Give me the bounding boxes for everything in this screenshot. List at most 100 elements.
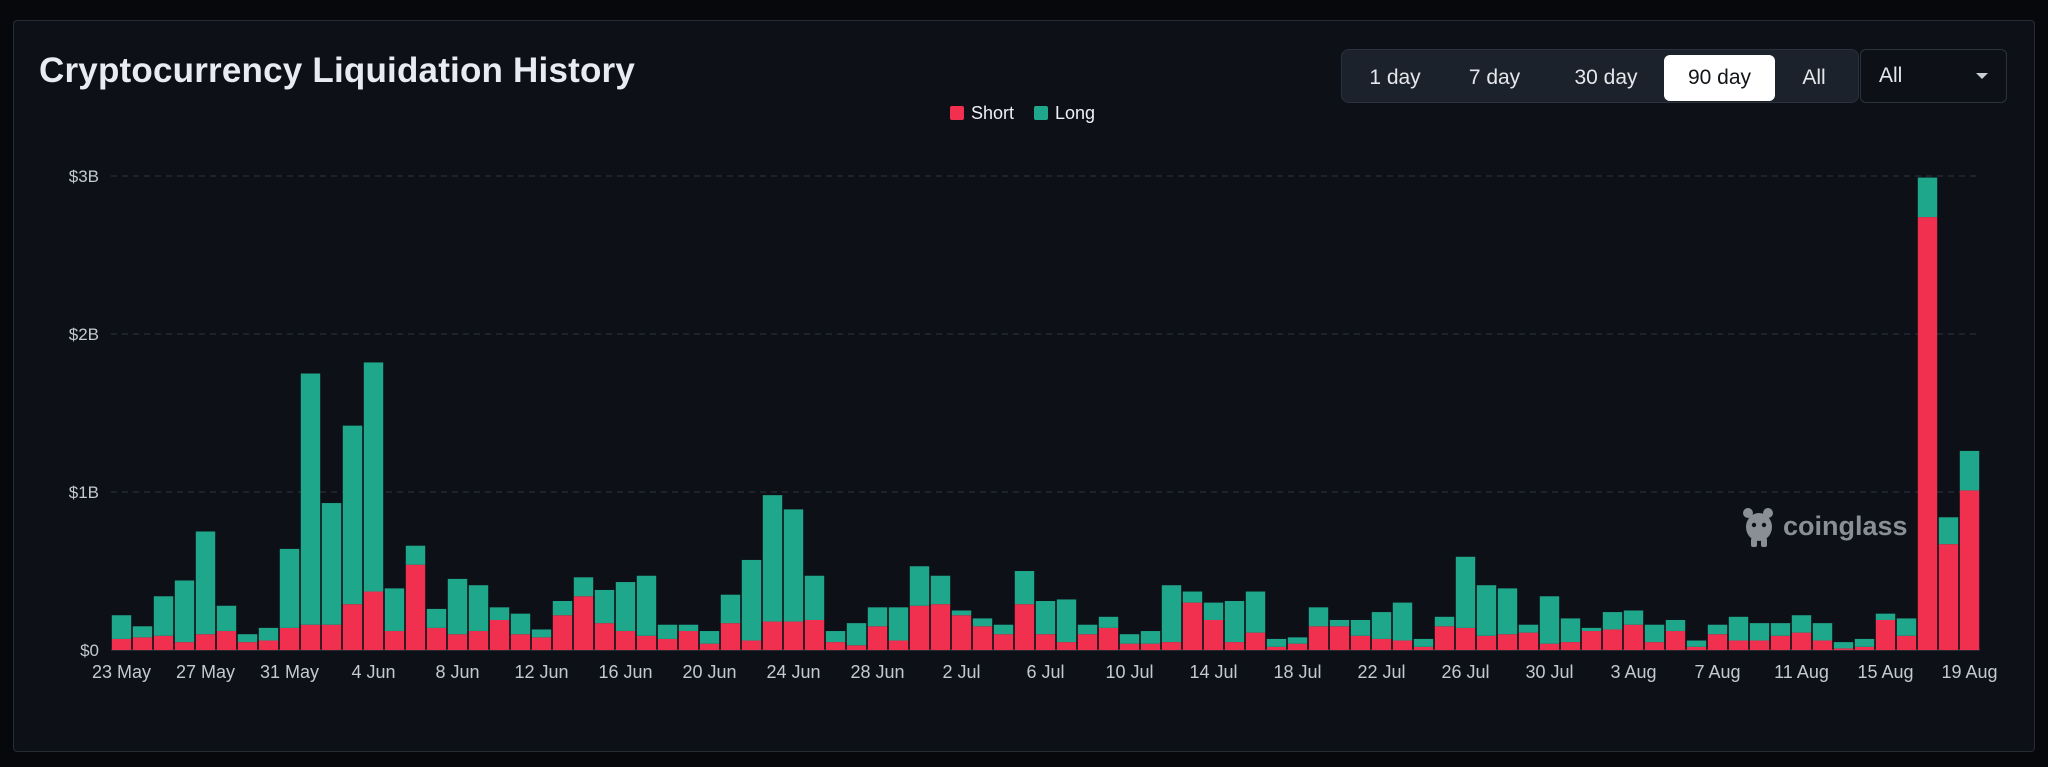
bar-short[interactable] [1854,646,1875,650]
bar-short[interactable] [1056,642,1077,650]
bar-short[interactable] [867,626,888,650]
bar-long[interactable] [615,582,636,632]
bar-short[interactable] [1581,631,1602,650]
bar-long[interactable] [342,425,363,605]
bar-long[interactable] [1140,631,1161,644]
bar-long[interactable] [216,605,237,632]
bar-long[interactable] [993,624,1014,635]
bar-long[interactable] [1035,601,1056,635]
bar-long[interactable] [1896,618,1917,636]
bar-short[interactable] [1917,217,1938,650]
bar-long[interactable] [1686,640,1707,647]
bar-short[interactable] [1014,604,1035,650]
bar-long[interactable] [1350,619,1371,636]
bar-short[interactable] [1224,642,1245,650]
bar-short[interactable] [132,637,153,650]
bar-long[interactable] [1077,624,1098,635]
bar-long[interactable] [1266,638,1287,647]
bar-long[interactable] [1560,618,1581,643]
bar-long[interactable] [1119,634,1140,644]
bar-long[interactable] [1749,623,1770,641]
bar-long[interactable] [1602,612,1623,630]
bar-short[interactable] [951,615,972,650]
bar-short[interactable] [1623,624,1644,650]
bar-short[interactable] [636,635,657,650]
bar-long[interactable] [552,601,573,616]
bar-long[interactable] [678,624,699,632]
bar-short[interactable] [1539,643,1560,650]
bar-long[interactable] [1392,602,1413,641]
bar-short[interactable] [1518,632,1539,650]
bar-short[interactable] [573,596,594,650]
bar-short[interactable] [615,631,636,650]
bar-short[interactable] [216,631,237,650]
bar-short[interactable] [741,640,762,650]
bar-long[interactable] [636,575,657,636]
bar-long[interactable] [1812,623,1833,641]
bar-short[interactable] [489,619,510,650]
bar-long[interactable] [1644,624,1665,643]
bar-short[interactable] [1875,619,1896,650]
bar-short[interactable] [657,638,678,650]
bar-long[interactable] [972,618,993,627]
bar-short[interactable] [468,631,489,650]
bar-long[interactable] [468,585,489,632]
bar-long[interactable] [384,588,405,632]
bar-long[interactable] [321,503,342,625]
bar-long[interactable] [783,509,804,622]
bar-short[interactable] [1308,626,1329,650]
bar-short[interactable] [1035,634,1056,650]
bar-short[interactable] [1392,640,1413,650]
bar-long[interactable] [1770,623,1791,636]
bar-long[interactable] [1371,612,1392,639]
bar-short[interactable] [300,624,321,650]
bar-long[interactable] [1791,615,1812,633]
bar-short[interactable] [1119,643,1140,650]
bar-short[interactable] [1371,638,1392,650]
bar-long[interactable] [531,629,552,638]
bar-long[interactable] [510,613,531,635]
bar-short[interactable] [552,615,573,650]
bar-short[interactable] [1455,627,1476,650]
bar-short[interactable] [909,605,930,650]
bar-short[interactable] [1350,635,1371,650]
bar-long[interactable] [888,607,909,641]
bar-long[interactable] [426,608,447,628]
bar-long[interactable] [1518,624,1539,633]
bar-short[interactable] [972,626,993,650]
bar-long[interactable] [489,607,510,620]
bar-short[interactable] [153,635,174,650]
bar-long[interactable] [594,589,615,624]
bar-short[interactable] [993,634,1014,650]
bar-long[interactable] [174,580,195,643]
bar-short[interactable] [720,623,741,650]
bar-long[interactable] [846,623,867,646]
bar-short[interactable] [1812,640,1833,650]
bar-long[interactable] [153,596,174,636]
bar-short[interactable] [1896,635,1917,650]
bar-short[interactable] [531,637,552,650]
bar-short[interactable] [1665,631,1686,650]
bar-short[interactable] [1329,626,1350,650]
bar-short[interactable] [1560,642,1581,650]
bar-long[interactable] [111,615,132,639]
bar-short[interactable] [930,604,951,650]
bar-short[interactable] [1476,635,1497,650]
bar-short[interactable] [1833,648,1854,650]
bar-short[interactable] [405,564,426,650]
bar-long[interactable] [1224,601,1245,643]
bar-short[interactable] [1287,643,1308,650]
bar-long[interactable] [1854,638,1875,647]
bar-long[interactable] [1959,450,1980,491]
bar-short[interactable] [384,631,405,650]
bar-short[interactable] [888,640,909,650]
bar-long[interactable] [1245,591,1266,633]
bar-short[interactable] [699,643,720,650]
bar-short[interactable] [237,642,258,650]
bar-long[interactable] [867,607,888,627]
bar-short[interactable] [258,640,279,650]
bar-short[interactable] [111,638,132,650]
bar-short[interactable] [846,645,867,650]
bar-short[interactable] [1140,643,1161,650]
bar-long[interactable] [195,531,216,635]
